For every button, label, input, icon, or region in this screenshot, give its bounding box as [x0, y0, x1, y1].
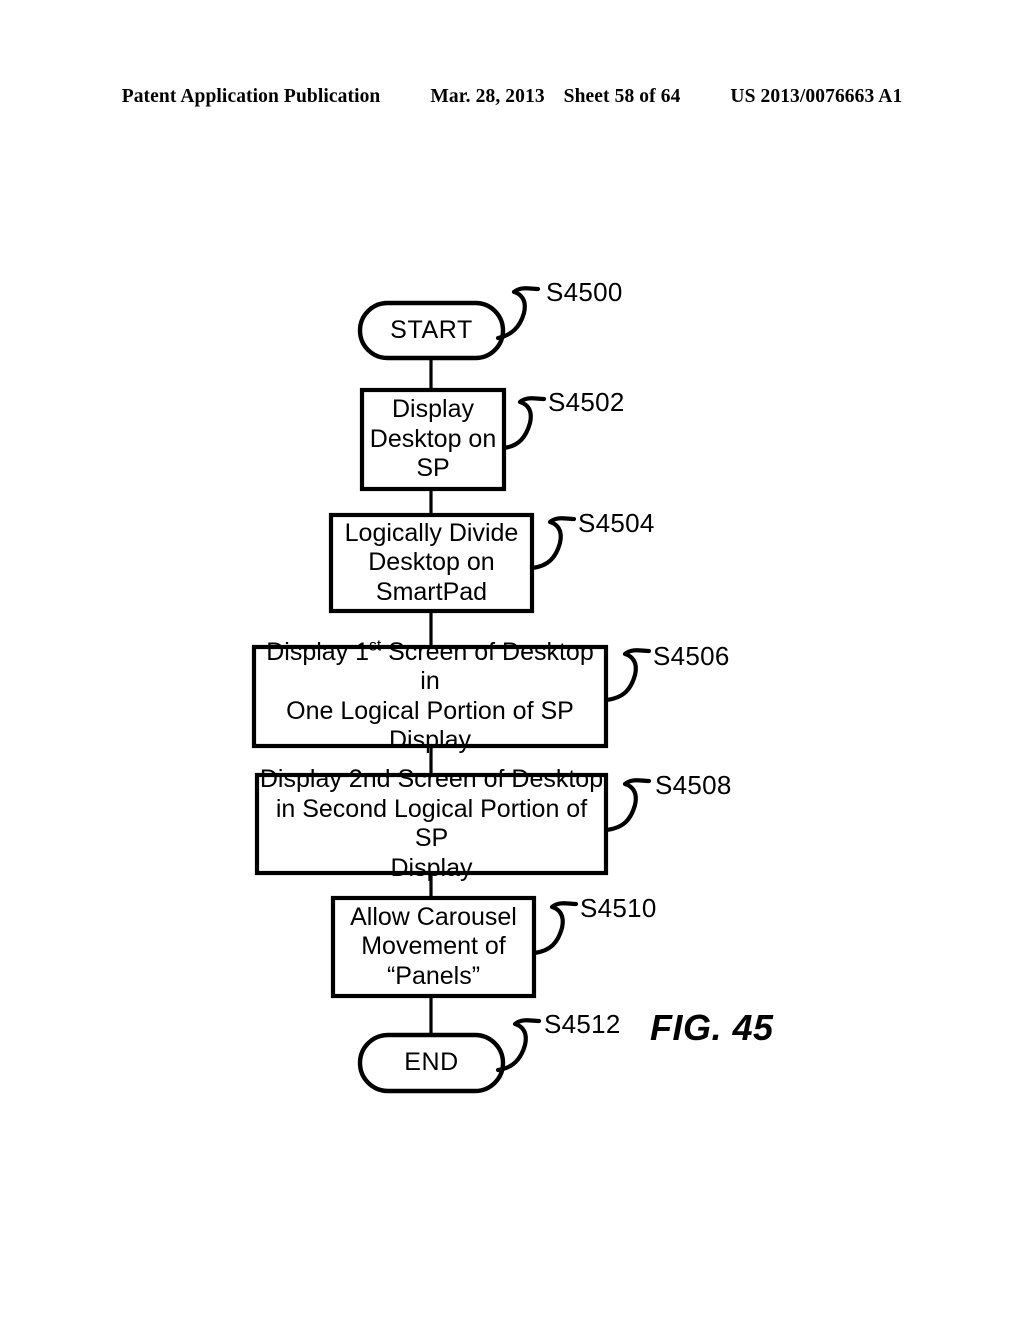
node-shape-s4502[interactable] — [359, 387, 507, 492]
ref-numeral-s4510: S4510 — [580, 893, 657, 923]
leader-line-s4506 — [603, 648, 652, 703]
node-shape-s4500[interactable] — [357, 300, 506, 361]
ref-numeral-s4502: S4502 — [548, 387, 625, 417]
node-shape-s4508[interactable] — [254, 772, 609, 876]
ref-numeral-s4504: S4504 — [578, 508, 655, 538]
node-shape-s4512[interactable] — [357, 1032, 506, 1094]
ref-numeral-s4506: S4506 — [653, 641, 730, 671]
leader-line-s4502 — [501, 396, 547, 451]
figure-caption: FIG. 45 — [650, 1007, 774, 1048]
leader-line-s4510 — [531, 901, 579, 956]
leader-line-s4504 — [529, 516, 577, 571]
ref-numeral-s4500: S4500 — [546, 277, 623, 307]
node-shape-group — [251, 300, 609, 1094]
flowchart-vector-layer — [251, 286, 652, 1094]
ref-numeral-s4508: S4508 — [655, 770, 732, 800]
node-shape-s4506[interactable] — [251, 644, 609, 749]
figure-45-flowchart: START Display Desktop on SP Logically Di… — [0, 0, 1024, 1320]
leader-line-s4508 — [603, 778, 652, 833]
node-shape-s4504[interactable] — [328, 512, 535, 614]
node-shape-s4510[interactable] — [330, 895, 537, 999]
ref-numeral-s4512: S4512 — [544, 1009, 621, 1039]
